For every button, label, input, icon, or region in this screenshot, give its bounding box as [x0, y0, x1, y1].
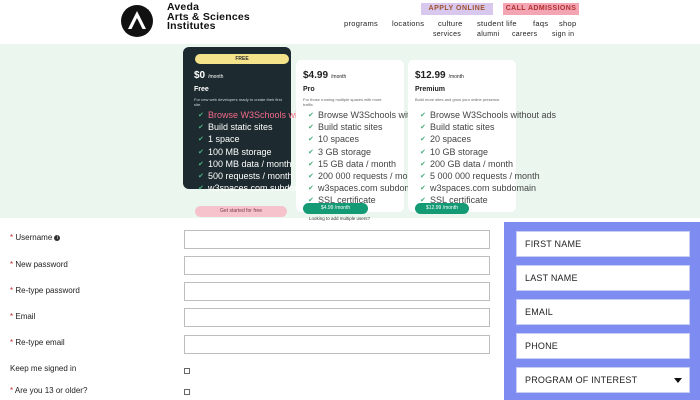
- nav-link-programs[interactable]: programs: [344, 19, 378, 28]
- age-confirm-checkbox[interactable]: [184, 389, 190, 395]
- age-confirm-label: * Are you 13 or older?: [10, 386, 88, 395]
- check-icon: ✔: [198, 112, 204, 119]
- logo-line: Institutes: [167, 20, 216, 32]
- required-mark: *: [10, 312, 14, 321]
- plan-description: For new web developers ready to create t…: [194, 97, 282, 107]
- retype-email-label: * Re-type email: [10, 338, 65, 347]
- price-amount: $4.99: [303, 70, 329, 81]
- check-icon: ✔: [308, 124, 314, 132]
- plan-price: $4.99/month: [303, 70, 346, 81]
- nav-link-faqs[interactable]: faqs: [533, 19, 548, 28]
- check-icon: ✔: [420, 112, 426, 119]
- multiple-users-link[interactable]: Looking to add multiple users?: [309, 216, 370, 221]
- nav-link-culture[interactable]: culture: [438, 19, 463, 28]
- get-started-free-button[interactable]: Get started for free: [195, 206, 287, 217]
- plan-price: $12.99/month: [415, 70, 464, 81]
- retype-password-input[interactable]: [184, 282, 490, 301]
- page-root: Aveda Arts & Sciences Institutes APPLY O…: [0, 0, 700, 400]
- check-icon: ✔: [420, 136, 426, 144]
- check-icon: ✔: [308, 185, 314, 193]
- new-password-input[interactable]: [184, 256, 490, 275]
- premium-subscribe-button[interactable]: $12.99 /month: [415, 203, 469, 214]
- username-label: * Username i: [10, 233, 61, 242]
- required-mark: *: [10, 386, 14, 395]
- plan-description: Build more sites and grow your online pr…: [415, 97, 501, 102]
- site-header: Aveda Arts & Sciences Institutes APPLY O…: [0, 0, 700, 44]
- required-mark: *: [10, 260, 14, 269]
- nav-link-services[interactable]: services: [433, 31, 461, 38]
- nav-link-student-life[interactable]: student life: [477, 19, 517, 28]
- plan-price: $0/month: [194, 70, 223, 81]
- chevron-down-icon: [674, 378, 682, 383]
- logo-wordmark[interactable]: Aveda Arts & Sciences Institutes: [167, 2, 250, 32]
- keep-signed-in-label: Keep me signed in: [10, 364, 77, 373]
- nav-link-shop[interactable]: shop: [559, 19, 576, 28]
- call-admissions-button[interactable]: CALL ADMISSIONS: [503, 3, 579, 15]
- email-input[interactable]: [184, 308, 490, 327]
- check-icon: ✔: [420, 185, 426, 193]
- required-mark: *: [10, 233, 14, 242]
- check-icon: ✔: [198, 124, 204, 132]
- required-mark: *: [10, 338, 14, 347]
- new-password-label: * New password: [10, 260, 68, 269]
- check-icon: ✔: [198, 136, 204, 144]
- email-field[interactable]: EMAIL: [516, 299, 690, 325]
- price-period: /month: [208, 74, 224, 80]
- price-amount: $12.99: [415, 70, 446, 81]
- info-icon[interactable]: i: [54, 235, 61, 241]
- check-icon: ✔: [198, 185, 204, 193]
- check-icon: ✔: [420, 148, 426, 156]
- price-period: /month: [448, 74, 464, 80]
- plan-description: For those running multiple spaces with m…: [303, 97, 382, 107]
- aveda-logo-icon[interactable]: [120, 4, 160, 38]
- price-period: /month: [331, 74, 347, 80]
- phone-field[interactable]: PHONE: [516, 333, 690, 359]
- plan-name: Pro: [303, 86, 315, 93]
- nav-link-alumni[interactable]: alumni: [477, 31, 499, 38]
- email-label: * Email: [10, 312, 36, 321]
- check-icon: ✔: [308, 136, 314, 144]
- check-icon: ✔: [420, 124, 426, 132]
- nav-link-sign-in[interactable]: sign in: [552, 31, 574, 38]
- plan-name: Free: [194, 86, 209, 93]
- program-of-interest-select[interactable]: PROGRAM OF INTEREST: [516, 367, 690, 393]
- keep-signed-in-checkbox[interactable]: [184, 368, 190, 374]
- check-icon: ✔: [308, 148, 314, 156]
- check-icon: ✔: [308, 112, 314, 119]
- nav-link-locations[interactable]: locations: [392, 19, 424, 28]
- pro-subscribe-button[interactable]: $4.99 /month: [303, 203, 368, 214]
- free-badge: FREE: [195, 54, 289, 64]
- nav-link-careers[interactable]: careers: [512, 31, 537, 38]
- check-icon: ✔: [420, 160, 426, 168]
- first-name-field[interactable]: FIRST NAME: [516, 231, 690, 257]
- plan-name: Premium: [415, 86, 445, 93]
- retype-password-label: * Re-type password: [10, 286, 80, 295]
- price-amount: $0: [194, 70, 206, 81]
- program-select-value: PROGRAM OF INTEREST: [525, 375, 638, 385]
- check-icon: ✔: [198, 148, 204, 156]
- check-icon: ✔: [420, 172, 426, 180]
- check-icon: ✔: [308, 160, 314, 168]
- check-icon: ✔: [198, 160, 204, 168]
- apply-online-button[interactable]: APPLY ONLINE: [421, 3, 493, 15]
- username-input[interactable]: [184, 230, 490, 249]
- retype-email-input[interactable]: [184, 335, 490, 354]
- feature-list: ✔ Browse W3Schools without ads ✔ Build sta…: [420, 111, 556, 210]
- last-name-field[interactable]: LAST NAME: [516, 265, 690, 291]
- check-icon: ✔: [308, 172, 314, 180]
- check-icon: ✔: [198, 172, 204, 180]
- required-mark: *: [10, 286, 14, 295]
